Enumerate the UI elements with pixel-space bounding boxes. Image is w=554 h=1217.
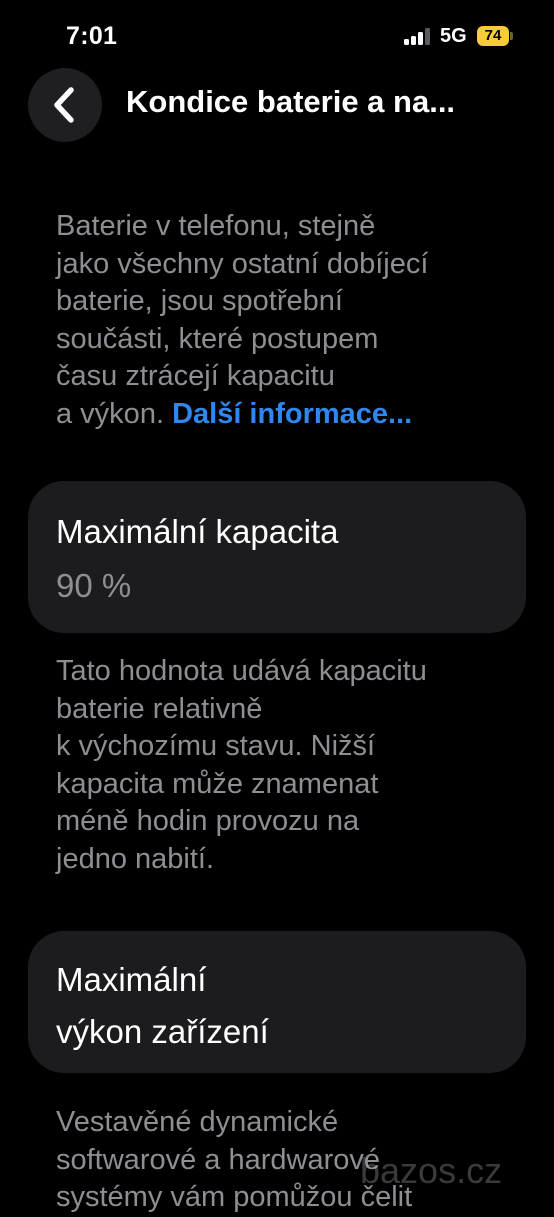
intro-line: baterie, jsou spotřební: [56, 285, 343, 317]
chevron-left-icon: [54, 87, 74, 123]
intro-line: jako všechny ostatní dobíjecí: [56, 247, 429, 280]
performance-title-line-1: Maximální: [56, 961, 207, 998]
back-button[interactable]: [28, 68, 102, 142]
capacity-desc-line: méně hodin provozu na: [56, 805, 360, 837]
performance-title-line-2: výkon zařízení: [56, 1013, 269, 1050]
capacity-title: Maximální kapacita: [56, 513, 339, 550]
capacity-card: Maximální kapacita 90 %: [28, 481, 526, 633]
performance-card[interactable]: Maximální výkon zařízení: [28, 931, 526, 1073]
learn-more-link[interactable]: Další informace...: [172, 398, 412, 430]
intro-line-text: a výkon.: [56, 397, 173, 430]
intro-line: Baterie v telefonu, stejně: [56, 210, 376, 242]
status-bar: 7:01 5G 74: [0, 0, 554, 72]
network-type: 5G: [440, 25, 467, 47]
battery-icon: 74: [477, 26, 509, 46]
intro-line: času ztrácejí kapacitu: [56, 360, 335, 392]
intro-line: součásti, které postupem: [56, 322, 379, 355]
capacity-desc-line: baterie relativně: [56, 692, 263, 725]
performance-desc-line: Vestavěné dynamické: [56, 1106, 339, 1138]
capacity-desc-line: k výchozímu stavu. Nižší: [56, 730, 376, 762]
watermark: bazos.cz: [360, 1150, 503, 1191]
capacity-description: Tato hodnota udává kapacitu baterie rela…: [56, 653, 516, 878]
intro-description: Baterie v telefonu, stejně jako všechny …: [56, 208, 516, 433]
status-time: 7:01: [66, 22, 118, 50]
capacity-desc-line: jedno nabití.: [56, 842, 215, 875]
page-title: Kondice baterie a na...: [126, 84, 456, 119]
capacity-desc-line: Tato hodnota udává kapacitu: [56, 655, 427, 687]
battery-cap: [510, 32, 513, 40]
capacity-value: 90 %: [56, 567, 132, 604]
intro-line-last: a výkon. Další informace...: [56, 396, 516, 434]
capacity-desc-line: kapacita může znamenat: [56, 767, 379, 800]
cellular-signal-icon: [404, 28, 432, 45]
